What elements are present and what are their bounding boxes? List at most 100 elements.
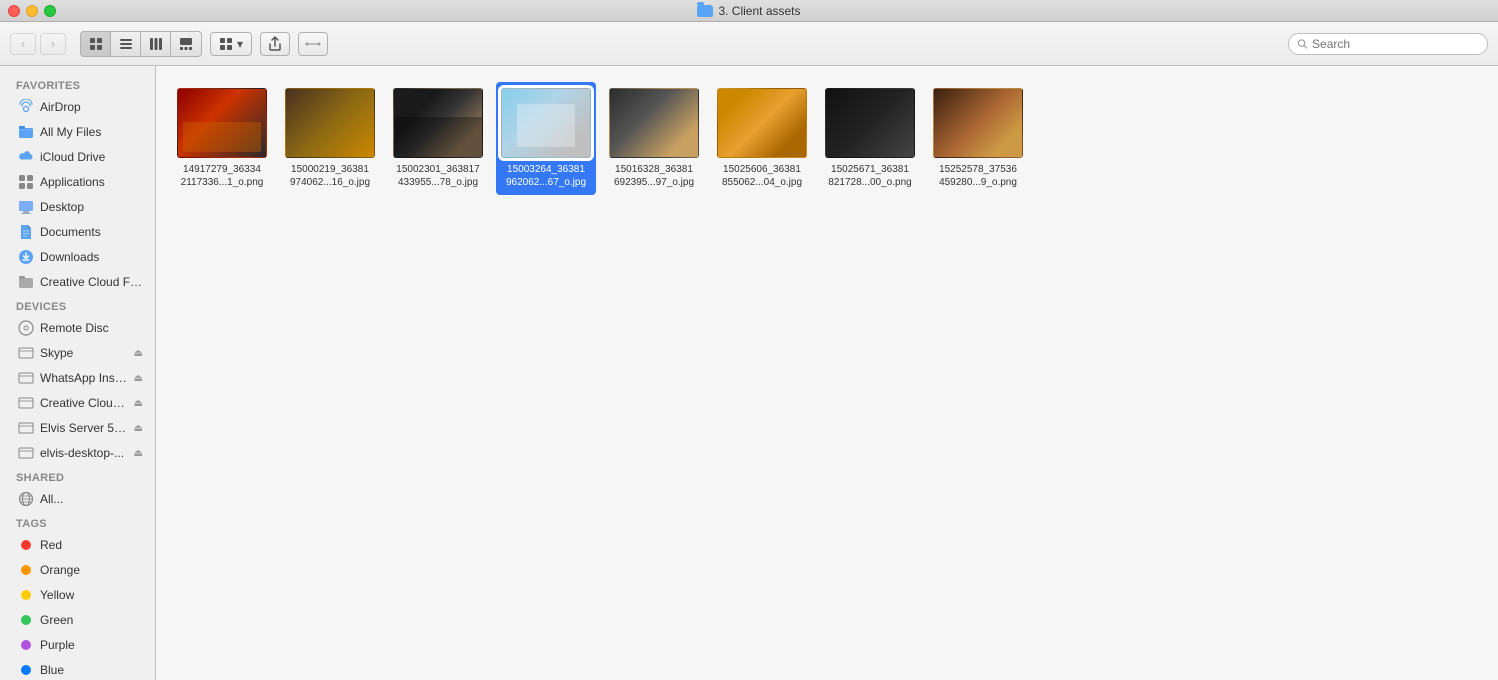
- close-button[interactable]: ✕: [8, 5, 20, 17]
- sidebar-item-tag-orange[interactable]: Orange: [4, 558, 151, 582]
- view-buttons: [80, 31, 202, 57]
- sidebar-downloads-label: Downloads: [40, 250, 99, 264]
- view-icon-button[interactable]: [81, 32, 111, 56]
- sidebar-remote-disc-label: Remote Disc: [40, 321, 109, 335]
- sidebar-item-skype[interactable]: Skype ⏏: [4, 341, 151, 365]
- sidebar-item-all-my-files[interactable]: All My Files: [4, 120, 151, 144]
- applications-icon: [18, 174, 34, 190]
- sidebar-tag-yellow-label: Yellow: [40, 588, 74, 602]
- sidebar-item-applications[interactable]: Applications: [4, 170, 151, 194]
- search-input[interactable]: [1312, 37, 1479, 51]
- sidebar-tag-blue-label: Blue: [40, 663, 64, 677]
- tag-green-icon: [18, 612, 34, 628]
- file-item[interactable]: 15000219_36381 974062...16_o.jpg: [280, 82, 380, 195]
- file-thumbnail: [177, 88, 267, 158]
- file-name: 15025606_36381 855062...04_o.jpg: [722, 163, 802, 189]
- file-name: 15002301_363817 433955...78_o.jpg: [396, 163, 479, 189]
- skype-eject-icon[interactable]: ⏏: [134, 348, 143, 359]
- sidebar-item-tag-green[interactable]: Green: [4, 608, 151, 632]
- sidebar-item-remote-disc[interactable]: Remote Disc: [4, 316, 151, 340]
- share-button[interactable]: [260, 32, 290, 56]
- elvis-desktop-eject-icon[interactable]: ⏏: [134, 448, 143, 459]
- sidebar-tag-red-label: Red: [40, 538, 62, 552]
- file-item[interactable]: 15025671_36381 821728...00_o.png: [820, 82, 920, 195]
- view-cover-button[interactable]: [171, 32, 201, 56]
- file-name: 15016328_36381 692395...97_o.jpg: [614, 163, 694, 189]
- sidebar-desktop-label: Desktop: [40, 200, 84, 214]
- file-item[interactable]: 15252578_37536 459280...9_o.png: [928, 82, 1028, 195]
- sidebar-item-elvis-desktop[interactable]: elvis-desktop-... ⏏: [4, 441, 151, 465]
- airdrop-icon: [18, 99, 34, 115]
- sidebar-item-airdrop[interactable]: AirDrop: [4, 95, 151, 119]
- elvis-desktop-icon: [18, 445, 34, 461]
- file-grid: 14917279_36334 2117336...1_o.png 15000219…: [172, 82, 1482, 195]
- sidebar-skype-label: Skype: [40, 346, 73, 360]
- content-area: 14917279_36334 2117336...1_o.png 15000219…: [156, 66, 1498, 680]
- forward-button[interactable]: ›: [40, 33, 66, 55]
- file-item[interactable]: 15003264_36381 962062...67_o.jpg: [496, 82, 596, 195]
- sidebar-item-documents[interactable]: Documents: [4, 220, 151, 244]
- sort-dropdown-icon: ▾: [237, 37, 243, 51]
- maximize-button[interactable]: +: [44, 5, 56, 17]
- tag-blue-icon: [18, 662, 34, 678]
- sidebar-applications-label: Applications: [40, 175, 105, 189]
- favorites-section-label: Favorites: [0, 74, 155, 94]
- whatsapp-eject-icon[interactable]: ⏏: [134, 373, 143, 384]
- file-item[interactable]: 14917279_36334 2117336...1_o.png: [172, 82, 272, 195]
- sidebar-item-elvis-server[interactable]: Elvis Server 5.2... ⏏: [4, 416, 151, 440]
- sidebar-elvis-server-label: Elvis Server 5.2...: [40, 421, 128, 435]
- sidebar-tag-green-label: Green: [40, 613, 73, 627]
- sidebar-item-icloud-drive[interactable]: iCloud Drive: [4, 145, 151, 169]
- toolbar: ‹ ›: [0, 22, 1498, 66]
- file-name: 14917279_36334 2117336...1_o.png: [181, 163, 264, 189]
- file-thumbnail: [393, 88, 483, 158]
- titlebar: ✕ − + 3. Client assets: [0, 0, 1498, 22]
- file-thumbnail: [501, 88, 591, 158]
- sidebar-item-tag-blue[interactable]: Blue: [4, 658, 151, 680]
- view-list-button[interactable]: [111, 32, 141, 56]
- sidebar-all-my-files-label: All My Files: [40, 125, 101, 139]
- file-item[interactable]: 15002301_363817 433955...78_o.jpg: [388, 82, 488, 195]
- sidebar-item-desktop[interactable]: Desktop: [4, 195, 151, 219]
- sidebar-tag-purple-label: Purple: [40, 638, 75, 652]
- file-name: 15003264_36381 962062...67_o.jpg: [506, 163, 586, 189]
- folder-icon: [697, 5, 713, 17]
- path-button[interactable]: [298, 32, 328, 56]
- sidebar-elvis-desktop-label: elvis-desktop-...: [40, 446, 124, 460]
- minimize-button[interactable]: −: [26, 5, 38, 17]
- tag-yellow-icon: [18, 587, 34, 603]
- sidebar-item-tag-red[interactable]: Red: [4, 533, 151, 557]
- sidebar-item-all-shared[interactable]: All...: [4, 487, 151, 511]
- shared-section-label: Shared: [0, 466, 155, 486]
- sidebar-item-tag-purple[interactable]: Purple: [4, 633, 151, 657]
- elvis-server-eject-icon[interactable]: ⏏: [134, 423, 143, 434]
- network-icon: [18, 491, 34, 507]
- sidebar-creative-cloud-label: Creative Cloud Files: [40, 275, 143, 289]
- sidebar: Favorites AirDrop All My Files: [0, 66, 156, 680]
- sidebar-item-tag-yellow[interactable]: Yellow: [4, 583, 151, 607]
- nav-buttons: ‹ ›: [10, 33, 66, 55]
- file-item[interactable]: 15025606_36381 855062...04_o.jpg: [712, 82, 812, 195]
- whatsapp-drive-icon: [18, 370, 34, 386]
- all-my-files-icon: [18, 124, 34, 140]
- sidebar-documents-label: Documents: [40, 225, 101, 239]
- sidebar-item-creative-cloud[interactable]: Creative Cloud Files: [4, 270, 151, 294]
- file-item[interactable]: 15016328_36381 692395...97_o.jpg: [604, 82, 704, 195]
- sidebar-item-creative-cloud-d[interactable]: Creative Cloud... ⏏: [4, 391, 151, 415]
- creative-cloud-folder-icon: [18, 274, 34, 290]
- sidebar-all-shared-label: All...: [40, 492, 63, 506]
- main-area: Favorites AirDrop All My Files: [0, 66, 1498, 680]
- sidebar-item-whatsapp[interactable]: WhatsApp Inst... ⏏: [4, 366, 151, 390]
- creative-cloud-d-eject-icon[interactable]: ⏏: [134, 398, 143, 409]
- sort-button[interactable]: ▾: [210, 32, 252, 56]
- elvis-server-icon: [18, 420, 34, 436]
- documents-icon: [18, 224, 34, 240]
- file-thumbnail: [933, 88, 1023, 158]
- creative-cloud-d-icon: [18, 395, 34, 411]
- view-column-button[interactable]: [141, 32, 171, 56]
- back-button[interactable]: ‹: [10, 33, 36, 55]
- file-name: 15000219_36381 974062...16_o.jpg: [290, 163, 370, 189]
- remote-disc-icon: [18, 320, 34, 336]
- sidebar-item-downloads[interactable]: Downloads: [4, 245, 151, 269]
- search-bar[interactable]: [1288, 33, 1488, 55]
